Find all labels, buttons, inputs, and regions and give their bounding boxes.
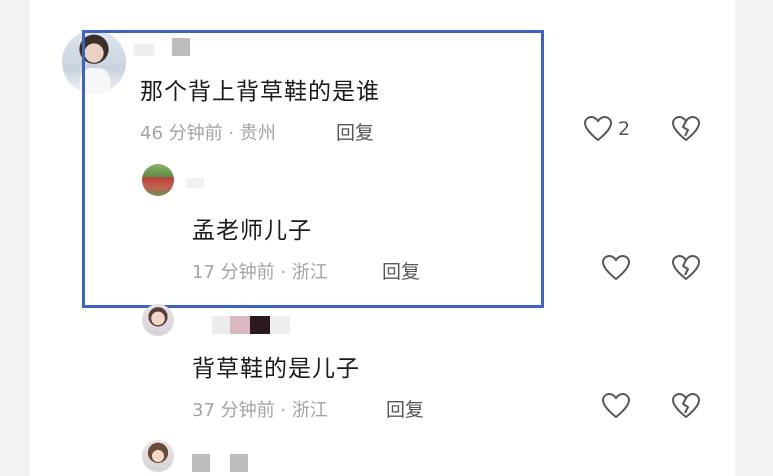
dislike-button[interactable] (672, 393, 700, 419)
username-redacted (172, 38, 190, 56)
broken-heart-outline-icon (672, 116, 700, 142)
reply-button[interactable]: 回复 (382, 257, 420, 284)
like-button[interactable]: 2 (584, 116, 630, 142)
username-redacted (134, 44, 154, 56)
replier-avatar[interactable] (142, 164, 174, 196)
broken-heart-outline-icon (672, 393, 700, 419)
reply-button[interactable]: 回复 (386, 395, 424, 422)
dislike-button[interactable] (672, 255, 700, 281)
username-redacted (270, 316, 290, 334)
dislike-button[interactable] (672, 116, 700, 142)
like-button[interactable] (602, 255, 630, 281)
username-redacted (192, 454, 210, 472)
heart-outline-icon (602, 393, 630, 419)
reply-text: 孟老师儿子 (192, 218, 312, 244)
like-count: 2 (618, 118, 631, 140)
heart-outline-icon (602, 255, 630, 281)
commenter-avatar[interactable] (62, 30, 126, 94)
comment-text: 那个背上背草鞋的是谁 (140, 79, 380, 105)
reply-meta: 17 分钟前 · 浙江 (192, 262, 328, 283)
username-redacted (186, 178, 204, 188)
heart-outline-icon (584, 116, 612, 142)
comment-meta: 46 分钟前 · 贵州 (140, 123, 276, 144)
like-button[interactable] (602, 393, 630, 419)
reply-meta: 37 分钟前 · 浙江 (192, 400, 328, 421)
avatar-photo (80, 68, 110, 94)
broken-heart-outline-icon (672, 255, 700, 281)
replier-avatar[interactable] (142, 440, 174, 472)
username-redacted (230, 316, 250, 334)
username-redacted (230, 454, 248, 472)
reply-button[interactable]: 回复 (336, 118, 374, 145)
username-redacted (250, 316, 270, 334)
replier-avatar[interactable] (142, 304, 174, 336)
username-redacted (212, 316, 230, 334)
reply-text: 背草鞋的是儿子 (192, 356, 360, 382)
